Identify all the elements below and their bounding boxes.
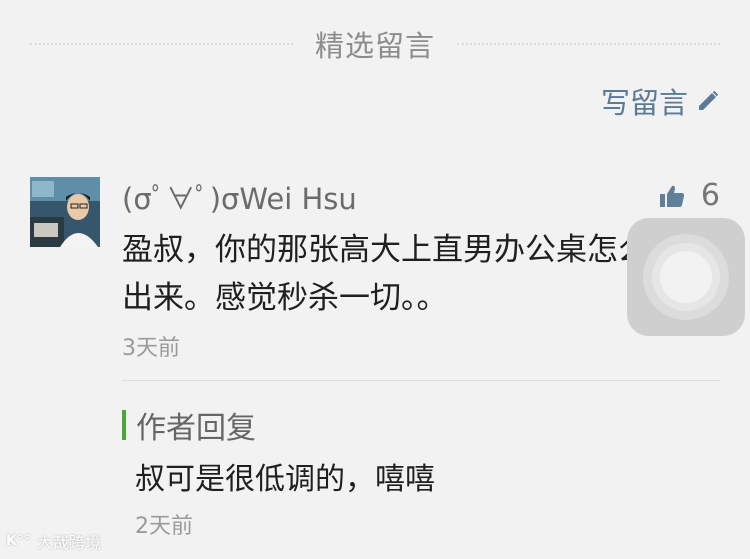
- assistive-touch-ring-outer: [643, 234, 729, 320]
- reply-divider: [122, 380, 720, 381]
- like-button[interactable]: 6: [659, 178, 720, 213]
- section-title: 精选留言: [315, 29, 436, 63]
- user-avatar[interactable]: [30, 177, 100, 247]
- header-divider-left: [30, 43, 293, 45]
- watermark-text: 大哉跨境: [36, 533, 101, 552]
- assistive-touch-button[interactable]: [627, 218, 745, 336]
- commenter-name: (σﾟ∀ﾟ)σWei Hsu: [122, 182, 357, 216]
- author-reply-header: 作者回复: [122, 403, 256, 447]
- reply-accent-bar: [122, 410, 126, 440]
- section-header: 精选留言: [30, 22, 721, 66]
- pencil-icon: [699, 90, 719, 110]
- write-comment-label: 写留言: [600, 86, 688, 120]
- like-count: 6: [700, 178, 720, 213]
- comment-text: 盈叔，你的那张高大上直男办公桌怎么没放出来。感觉秒杀一切。。: [122, 232, 711, 316]
- assistive-touch-ring-inner: [660, 251, 712, 303]
- assistive-touch-ring-middle: [652, 243, 720, 311]
- watermark: K°° 大哉跨境: [6, 529, 101, 553]
- author-reply-label: 作者回复: [136, 411, 256, 446]
- comment-time: 3天前: [122, 336, 180, 361]
- watermark-logo-icon: K°°: [6, 533, 31, 549]
- write-comment-button[interactable]: 写留言: [601, 80, 720, 122]
- thumbs-up-icon: [659, 185, 684, 207]
- avatar-image: [30, 177, 100, 247]
- reply-text: 叔可是很低调的，嘻嘻: [135, 462, 435, 497]
- header-divider-right: [457, 43, 721, 45]
- reply-time: 2天前: [135, 514, 193, 539]
